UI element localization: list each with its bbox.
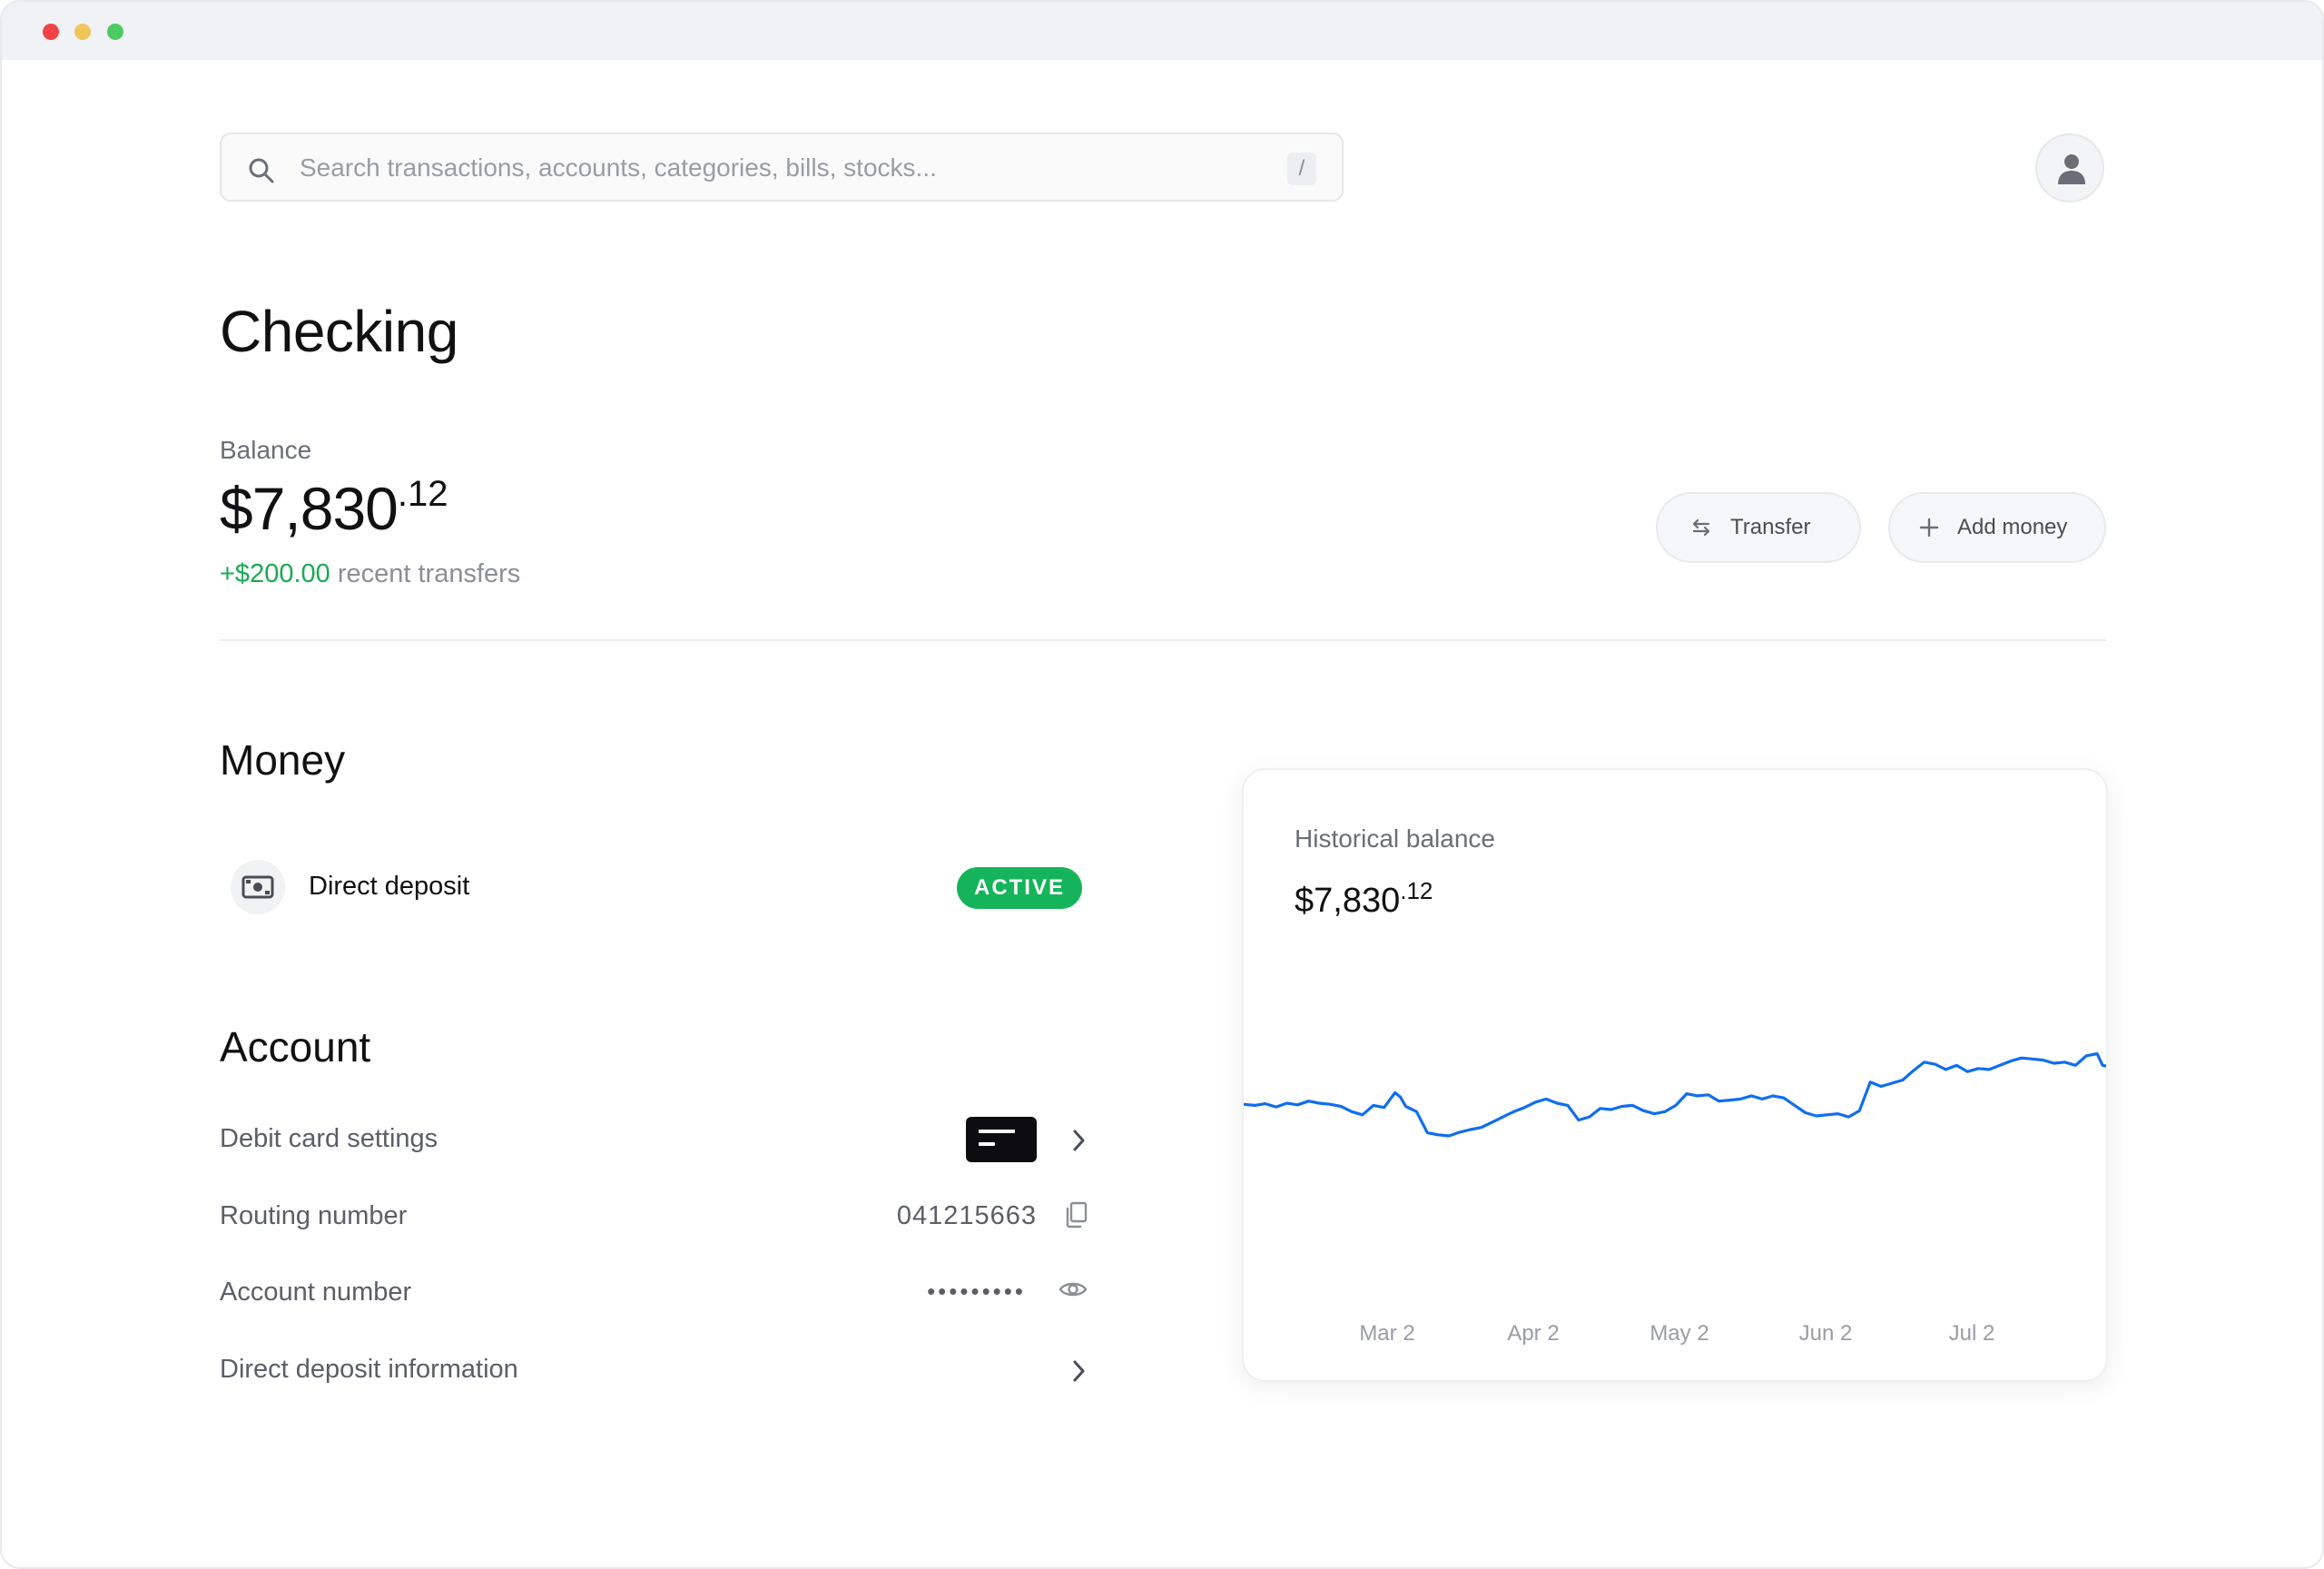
historical-balance-cents: .12 xyxy=(1400,877,1433,904)
page-title: Checking xyxy=(220,299,458,364)
balance-series-line xyxy=(1244,1051,2106,1138)
x-axis-tick-label: Jul 2 xyxy=(1949,1321,1995,1346)
add-money-button[interactable]: Add money xyxy=(1888,492,2106,563)
historical-balance-whole: $7,830 xyxy=(1295,882,1401,920)
add-money-label: Add money xyxy=(1957,515,2068,539)
x-axis-tick-label: Jun 2 xyxy=(1799,1321,1853,1346)
chevron-right-icon xyxy=(1073,1360,1085,1382)
search-icon xyxy=(247,156,276,185)
balance-label: Balance xyxy=(220,436,312,464)
historical-balance-label: Historical balance xyxy=(1295,824,1495,853)
money-section-title: Money xyxy=(220,736,346,784)
routing-number-value: 041215663 xyxy=(896,1201,1037,1230)
app-window: / Checking Balance $7,830.12 +$200.00 re… xyxy=(0,0,2324,1569)
cash-icon xyxy=(231,860,285,914)
routing-number-label: Routing number xyxy=(220,1201,408,1230)
debit-card-settings-row[interactable]: Debit card settings xyxy=(220,1117,1088,1162)
close-window-button[interactable] xyxy=(43,24,59,40)
balance-line-chart: Mar 2 Apr 2 May 2 Jun 2 Jul 2 xyxy=(1244,1051,2106,1346)
x-axis-tick-label: May 2 xyxy=(1649,1321,1709,1346)
x-axis-tick-label: Mar 2 xyxy=(1359,1321,1414,1346)
plus-icon xyxy=(1919,518,1939,538)
swap-arrows-icon xyxy=(1692,518,1710,537)
direct-deposit-label[interactable]: Direct deposit xyxy=(309,872,469,902)
transfer-button[interactable]: Transfer xyxy=(1656,492,1861,563)
copy-icon[interactable] xyxy=(1064,1201,1088,1229)
transfer-label: Transfer xyxy=(1730,515,1811,539)
balance-cents: .12 xyxy=(397,474,448,514)
balance-change-amount: +$200.00 xyxy=(220,559,330,588)
historical-balance-amount: $7,830.12 xyxy=(1295,877,1433,921)
account-number-label: Account number xyxy=(220,1278,412,1307)
window-titlebar xyxy=(2,2,2322,60)
direct-deposit-status-badge: ACTIVE xyxy=(957,867,1082,909)
account-number-row: Account number ••••••••• xyxy=(220,1270,1088,1316)
direct-deposit-information-label: Direct deposit information xyxy=(220,1355,518,1384)
account-section-title: Account xyxy=(220,1023,371,1071)
debit-card-icon xyxy=(966,1117,1037,1162)
account-number-masked: ••••••••• xyxy=(927,1278,1026,1305)
search-shortcut-hint: / xyxy=(1287,153,1316,185)
debit-card-settings-label: Debit card settings xyxy=(220,1124,438,1153)
section-divider xyxy=(220,639,2106,641)
balance-amount: $7,830.12 xyxy=(220,474,448,543)
user-icon xyxy=(2058,154,2085,184)
chevron-right-icon xyxy=(1073,1130,1085,1151)
eye-icon[interactable] xyxy=(1059,1278,1088,1301)
balance-whole: $7,830 xyxy=(220,475,399,542)
x-axis-tick-label: Apr 2 xyxy=(1507,1321,1559,1346)
maximize-window-button[interactable] xyxy=(107,24,123,40)
balance-change: +$200.00 recent transfers xyxy=(220,559,520,589)
routing-number-row: Routing number 041215663 xyxy=(220,1194,1088,1239)
profile-avatar-button[interactable] xyxy=(2035,133,2104,202)
search-input[interactable] xyxy=(300,147,1207,189)
direct-deposit-information-row[interactable]: Direct deposit information xyxy=(220,1347,1088,1393)
balance-change-text: recent transfers xyxy=(337,559,521,588)
historical-balance-card: Historical balance $7,830.12 Mar 2 Apr 2M… xyxy=(1242,768,2108,1382)
search-bar[interactable]: / xyxy=(220,133,1344,202)
minimize-window-button[interactable] xyxy=(74,24,91,40)
